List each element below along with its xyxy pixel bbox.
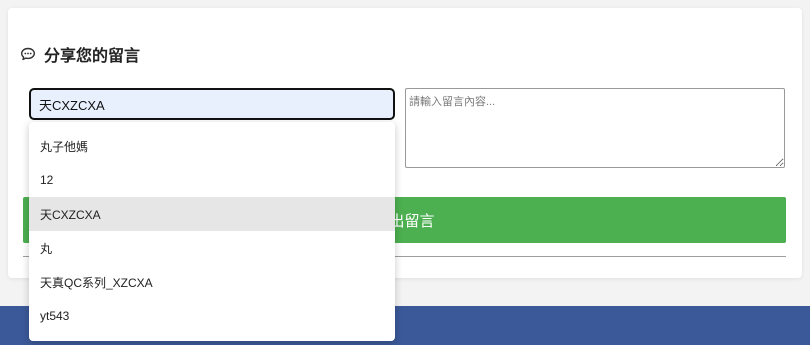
autocomplete-option[interactable]: 12 <box>29 163 395 197</box>
speech-bubble-icon <box>20 45 38 63</box>
name-autocomplete-dropdown: 丸子他媽 12 天CXZCXA 丸 天真QC系列_XZCXA yt543 <box>29 122 395 341</box>
comment-form-title: 分享您的留言 <box>20 44 141 65</box>
autocomplete-option[interactable]: 丸 <box>29 231 395 265</box>
name-input[interactable] <box>29 88 395 120</box>
page: 分享您的留言 送出留言 丸子他媽 12 天CXZCXA 丸 天真QC系列_XZC… <box>0 0 810 345</box>
autocomplete-option[interactable]: 丸子他媽 <box>29 129 395 163</box>
message-textarea[interactable] <box>405 88 785 168</box>
autocomplete-option-selected[interactable]: 天CXZCXA <box>29 197 395 231</box>
comment-form-title-text: 分享您的留言 <box>44 48 141 65</box>
autocomplete-option[interactable]: 天真QC系列_XZCXA <box>29 265 395 299</box>
autocomplete-option[interactable]: yt543 <box>29 299 395 333</box>
